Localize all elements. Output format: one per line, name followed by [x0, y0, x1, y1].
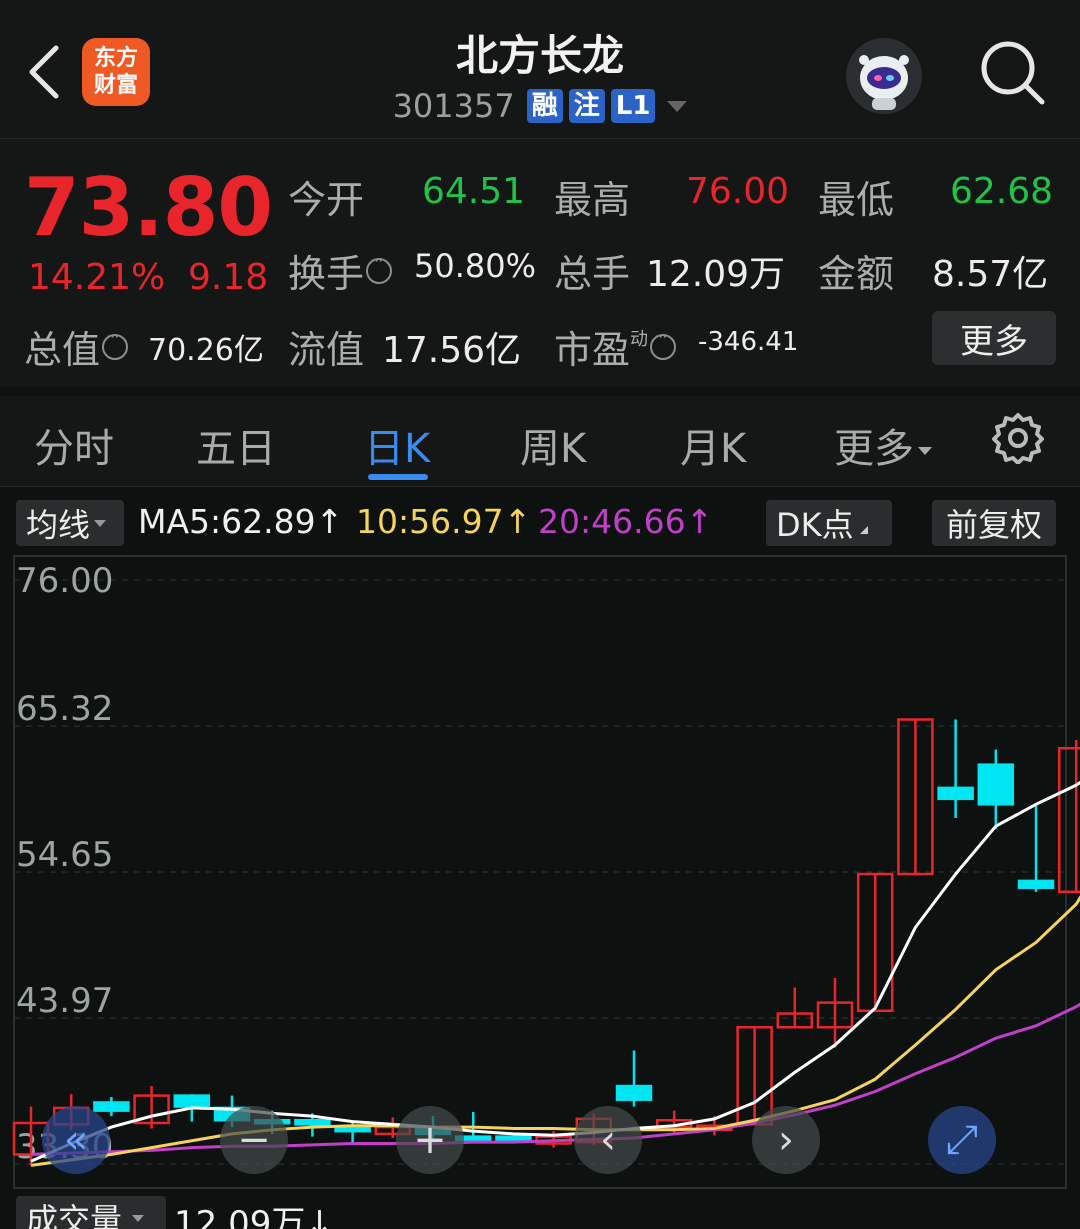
y-tick-label: 65.32 — [16, 689, 113, 729]
float-cap-label: 流值 — [288, 328, 365, 372]
fullscreen-icon: ⤢ — [946, 1117, 978, 1163]
volume-select-label: 成交量 — [26, 1201, 123, 1229]
quote-panel: 73.80 14.21% 9.18 今开 64.51 最高 76.00 最低 6… — [0, 139, 1080, 387]
prev-button[interactable]: ‹ — [574, 1106, 642, 1174]
turnover-label-text: 换手 — [288, 252, 365, 296]
logo-text-line1: 东方 — [93, 46, 138, 71]
low-label: 最低 — [818, 178, 895, 222]
pe-label[interactable]: 市盈动 — [554, 319, 677, 374]
robot-assistant-avatar[interactable] — [846, 38, 922, 114]
y-tick-label: 43.97 — [16, 981, 113, 1021]
open-value: 64.51 — [422, 171, 526, 212]
candle-down — [93, 1101, 130, 1112]
pe-label-text: 市盈 — [554, 328, 631, 372]
volume-today: 12.09万↓ — [174, 1204, 334, 1229]
candle-down — [334, 1125, 371, 1133]
registered-tag: 注 — [568, 89, 605, 123]
price-adjust-button[interactable]: 前复权 — [932, 500, 1056, 546]
candle-down — [615, 1084, 653, 1101]
top-bar: 东方 财富 北方长龙 301357 融 注 L1 — [0, 0, 1080, 139]
y-tick-label: 54.65 — [16, 835, 113, 875]
tab-weekly-k[interactable]: 周K — [520, 416, 586, 474]
fullscreen-button[interactable]: ⤢ — [928, 1106, 996, 1174]
total-cap-label-text: 总值 — [24, 328, 101, 372]
volume-value: 12.09万 — [646, 254, 786, 295]
tab-more[interactable]: 更多 — [834, 416, 932, 474]
info-icon[interactable] — [102, 327, 129, 360]
app-logo: 东方 财富 — [82, 38, 150, 106]
y-tick-label: 76.00 — [16, 561, 113, 601]
rewind-button[interactable]: « — [42, 1106, 110, 1174]
ma10-value: 10:56.97↑ — [356, 502, 532, 541]
dropdown-caret-icon[interactable] — [667, 100, 688, 112]
info-icon[interactable] — [650, 327, 677, 360]
kline-chart[interactable]: 76.0065.3254.6543.9733.30«−+‹›⤢ — [0, 552, 1080, 1192]
high-value: 76.00 — [686, 171, 790, 212]
total-cap-label[interactable]: 总值 — [24, 319, 129, 374]
turnover-value: 50.80% — [414, 247, 537, 285]
change-amount: 9.18 — [188, 257, 269, 298]
prev-icon: ‹ — [600, 1117, 616, 1163]
stock-code: 301357 — [392, 87, 515, 125]
candle-down — [977, 763, 1015, 806]
zoom-in-icon: + — [413, 1117, 447, 1163]
active-tab-indicator — [368, 474, 428, 480]
change-percent: 14.21% — [28, 257, 166, 298]
float-cap-value: 17.56亿 — [382, 330, 522, 371]
stock-name: 北方长龙 — [455, 31, 624, 80]
amount-value: 8.57亿 — [932, 254, 1049, 295]
caret-down-icon — [132, 1214, 145, 1222]
pe-value: -346.41 — [698, 327, 799, 357]
zoom-in-button[interactable]: + — [396, 1106, 464, 1174]
tab-daily-k[interactable]: 日K — [364, 416, 430, 474]
more-quote-button[interactable]: 更多 — [932, 311, 1056, 365]
level1-tag: L1 — [610, 89, 656, 123]
ma10-line — [30, 895, 1080, 1167]
stock-code-row[interactable]: 301357 融 注 L1 — [300, 86, 780, 126]
corner-triangle-icon — [859, 526, 868, 534]
ma-select-dropdown[interactable]: 均线 — [16, 500, 124, 546]
candle-down — [495, 1135, 532, 1141]
back-arrow-icon[interactable] — [22, 42, 66, 102]
zoom-out-button[interactable]: − — [220, 1106, 288, 1174]
next-icon: › — [778, 1117, 794, 1163]
high-label: 最高 — [554, 178, 631, 222]
low-value: 62.68 — [950, 171, 1054, 212]
ma-indicator-row: 均线 MA5:62.89↑ 10:56.97↑ 20:46.66↑ DK点 前复… — [0, 496, 1080, 552]
dk-label: DK点 — [776, 506, 854, 544]
candle-down — [173, 1094, 211, 1108]
amount-label: 金额 — [818, 252, 895, 296]
tab-more-label: 更多 — [834, 426, 914, 472]
tab-five-day[interactable]: 五日 — [196, 416, 276, 474]
next-button[interactable]: › — [752, 1106, 820, 1174]
turnover-label[interactable]: 换手 — [288, 243, 393, 298]
candle-down — [294, 1118, 331, 1126]
logo-text-line2: 财富 — [93, 73, 138, 98]
caret-down-icon — [94, 519, 107, 527]
robot-avatar-icon — [859, 55, 909, 110]
gear-icon[interactable] — [992, 412, 1044, 464]
search-icon[interactable] — [978, 38, 1048, 108]
dk-point-button[interactable]: DK点 — [766, 500, 892, 546]
rewind-icon: « — [64, 1117, 88, 1163]
open-label: 今开 — [288, 178, 365, 222]
period-tabs: 分时 五日 日K 周K 月K 更多 — [0, 396, 1080, 487]
ma20-value: 20:46.66↑ — [538, 502, 714, 541]
margin-tag: 融 — [526, 89, 563, 123]
current-price: 73.80 — [24, 161, 273, 254]
tab-intraday[interactable]: 分时 — [34, 416, 114, 474]
tab-monthly-k[interactable]: 月K — [680, 416, 746, 474]
ma5-value: MA5:62.89↑ — [138, 502, 344, 541]
volume-indicator-row: 成交量 12.09万↓ — [0, 1194, 1080, 1229]
caret-down-icon — [918, 447, 932, 455]
ma-select-label: 均线 — [26, 506, 91, 544]
candle-down — [1017, 879, 1055, 889]
pe-dynamic-sup: 动 — [630, 329, 649, 350]
zoom-out-icon: − — [237, 1117, 271, 1163]
volume-label: 总手 — [554, 252, 631, 296]
candle-down — [937, 786, 974, 801]
info-icon[interactable] — [366, 251, 393, 284]
total-cap-value: 70.26亿 — [148, 333, 264, 368]
volume-select-dropdown[interactable]: 成交量 — [16, 1196, 166, 1229]
